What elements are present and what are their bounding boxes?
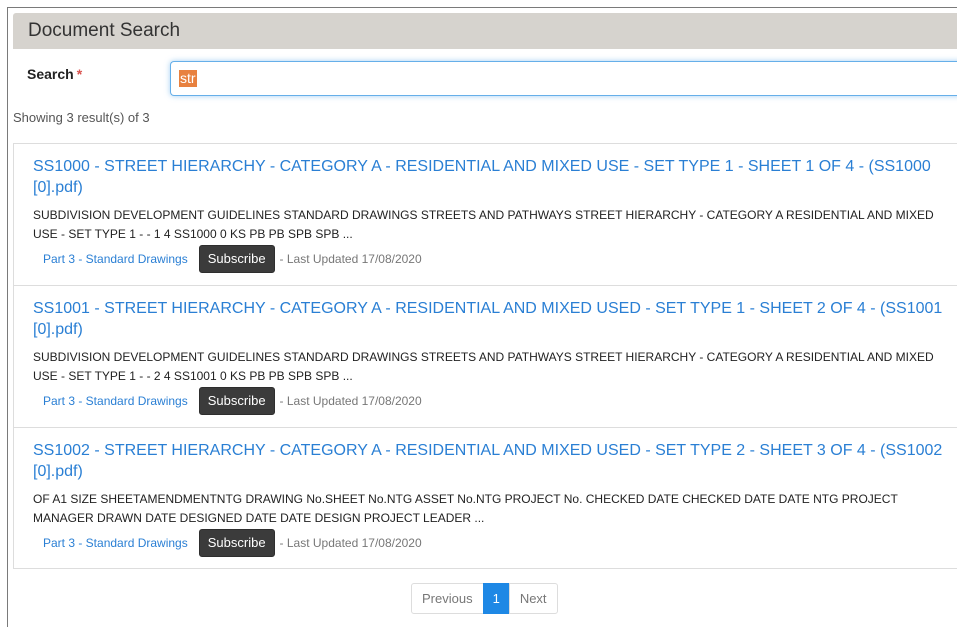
category-link[interactable]: Part 3 - Standard Drawings bbox=[43, 252, 188, 266]
result-title-link[interactable]: SS1001 - STREET HIERARCHY - CATEGORY A -… bbox=[33, 298, 948, 340]
results-list: SS1000 - STREET HIERARCHY - CATEGORY A -… bbox=[13, 143, 957, 569]
category-link[interactable]: Part 3 - Standard Drawings bbox=[43, 536, 188, 550]
search-label: Search * bbox=[27, 66, 82, 82]
previous-page-button[interactable]: Previous bbox=[411, 583, 484, 614]
result-item: SS1001 - STREET HIERARCHY - CATEGORY A -… bbox=[13, 285, 957, 427]
search-input[interactable]: str bbox=[170, 61, 957, 96]
result-snippet: SUBDIVISION DEVELOPMENT GUIDELINES STAND… bbox=[33, 350, 934, 383]
required-mark: * bbox=[76, 66, 83, 82]
page-1-button[interactable]: 1 bbox=[482, 583, 510, 614]
last-updated: - Last Updated 17/08/2020 bbox=[279, 394, 422, 408]
last-updated: - Last Updated 17/08/2020 bbox=[279, 252, 422, 266]
result-snippet: SUBDIVISION DEVELOPMENT GUIDELINES STAND… bbox=[33, 208, 934, 241]
next-page-button[interactable]: Next bbox=[508, 583, 558, 614]
subscribe-button[interactable]: Subscribe bbox=[198, 245, 275, 273]
result-meta: Part 3 - Standard Drawings Subscribe - L… bbox=[43, 529, 422, 557]
subscribe-button[interactable]: Subscribe bbox=[198, 387, 275, 415]
result-count: Showing 3 result(s) of 3 bbox=[13, 110, 150, 125]
page-title: Document Search bbox=[28, 20, 181, 41]
last-updated: - Last Updated 17/08/2020 bbox=[279, 536, 422, 550]
subscribe-button[interactable]: Subscribe bbox=[198, 529, 275, 557]
result-snippet: OF A1 SIZE SHEETAMENDMENTNTG DRAWING No.… bbox=[33, 492, 898, 525]
result-item: SS1000 - STREET HIERARCHY - CATEGORY A -… bbox=[13, 143, 957, 285]
result-title-link[interactable]: SS1000 - STREET HIERARCHY - CATEGORY A -… bbox=[33, 156, 948, 198]
category-link[interactable]: Part 3 - Standard Drawings bbox=[43, 394, 188, 408]
pagination: Previous 1 Next bbox=[411, 583, 558, 614]
result-meta: Part 3 - Standard Drawings Subscribe - L… bbox=[43, 387, 422, 415]
search-input-value: str bbox=[179, 70, 197, 87]
panel-header: Document Search bbox=[13, 13, 957, 49]
result-title-link[interactable]: SS1002 - STREET HIERARCHY - CATEGORY A -… bbox=[33, 440, 948, 482]
result-item: SS1002 - STREET HIERARCHY - CATEGORY A -… bbox=[13, 427, 957, 569]
search-label-text: Search bbox=[27, 66, 74, 82]
result-meta: Part 3 - Standard Drawings Subscribe - L… bbox=[43, 245, 422, 273]
